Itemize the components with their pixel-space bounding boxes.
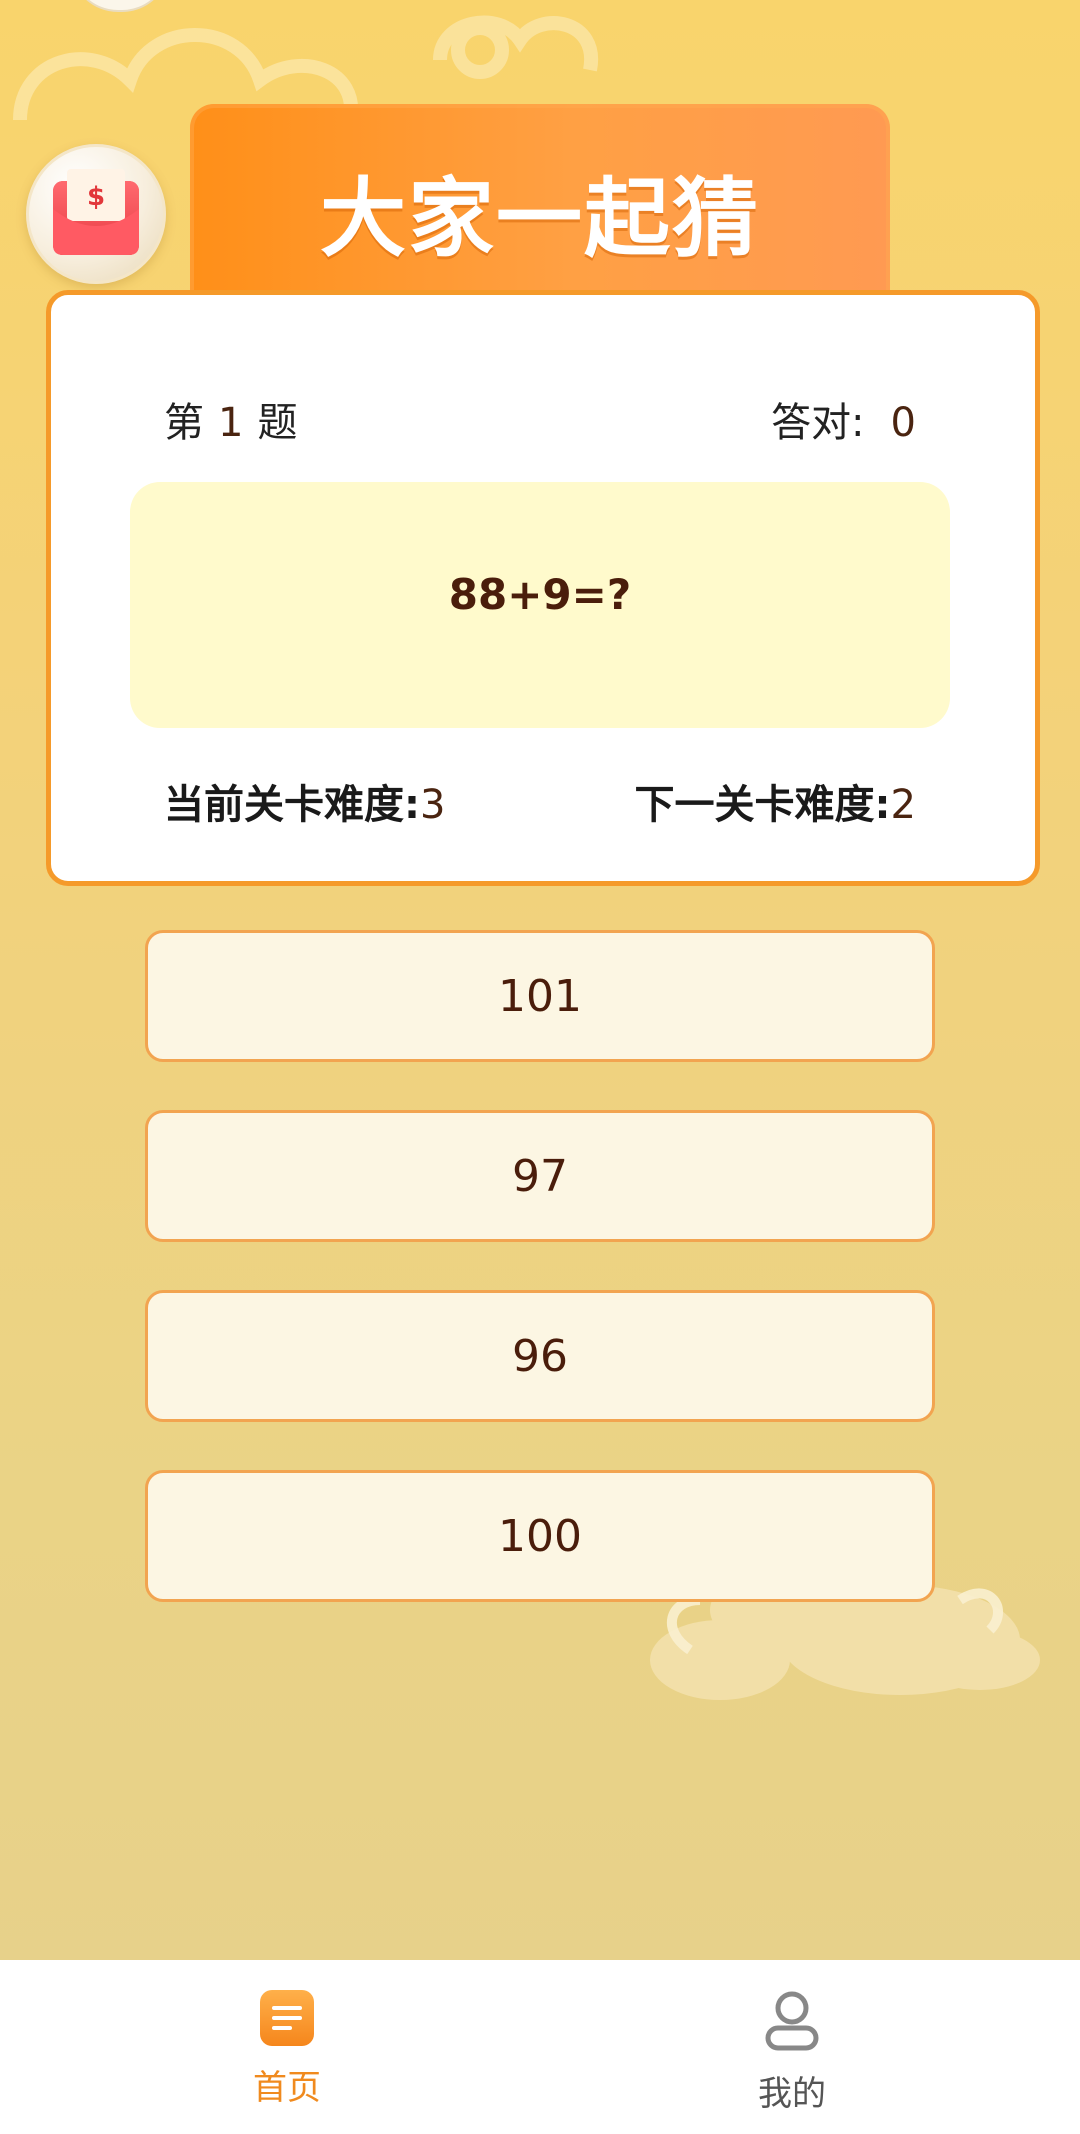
answer-option-4[interactable]: 100 <box>145 1470 935 1602</box>
answer-option-3[interactable]: 96 <box>145 1290 935 1422</box>
question-index-prefix: 第 <box>164 400 204 446</box>
correct-value: 0 <box>890 400 916 446</box>
page-title: 大家一起猜 <box>320 169 760 269</box>
nav-item-home[interactable]: 首页 <box>187 1990 387 2109</box>
next-difficulty-value: 2 <box>890 782 916 828</box>
nav-home-label: 首页 <box>253 2068 321 2108</box>
next-difficulty: 下一关卡难度:2 <box>635 772 916 830</box>
next-difficulty-label: 下一关卡难度: <box>634 782 891 828</box>
question-text: 88+9=? <box>448 570 632 619</box>
question-index-suffix: 题 <box>257 400 298 446</box>
current-difficulty-value: 3 <box>420 782 446 828</box>
svg-text:$: $ <box>87 182 105 212</box>
nav-me-label: 我的 <box>758 2074 826 2114</box>
answer-option-1[interactable]: 101 <box>145 930 935 1062</box>
top-partial-circle <box>70 0 170 12</box>
red-envelope-button[interactable]: $ <box>26 144 166 284</box>
user-icon <box>765 1991 819 2051</box>
document-list-icon <box>260 1990 314 2046</box>
nav-item-me[interactable]: 我的 <box>692 1990 892 2115</box>
question-index-number: 1 <box>218 400 244 446</box>
current-difficulty: 当前关卡难度:3 <box>164 772 445 830</box>
bottom-nav: 首页 我的 <box>0 1960 1080 2134</box>
question-index: 第1题 <box>164 390 297 448</box>
current-difficulty-label: 当前关卡难度: <box>164 782 420 828</box>
correct-count: 答对: 0 <box>771 390 916 448</box>
correct-label: 答对: <box>771 400 865 446</box>
red-envelope-icon: $ <box>53 169 139 255</box>
answer-option-2[interactable]: 97 <box>145 1110 935 1242</box>
